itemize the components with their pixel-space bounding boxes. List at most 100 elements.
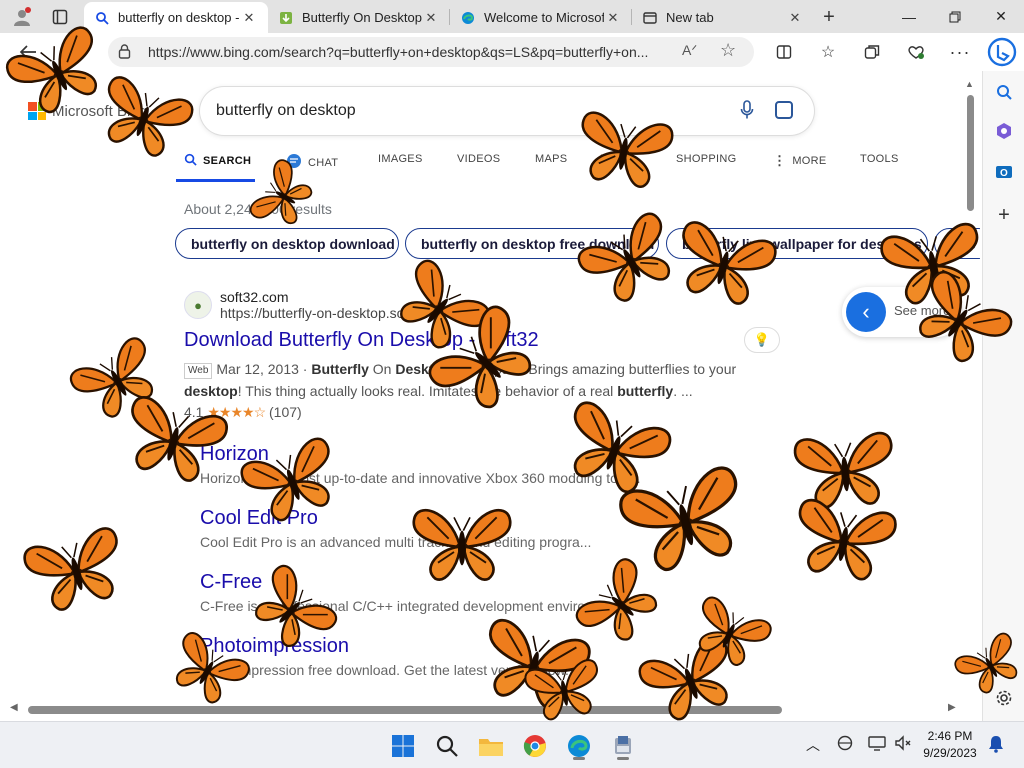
deep-link-title[interactable]: Horizon: [200, 443, 760, 466]
close-tab-icon[interactable]: ✕: [786, 10, 804, 26]
windows-taskbar: ︿ 2:46 PM 9/29/2023: [0, 721, 1024, 768]
volume-muted-icon[interactable]: [894, 735, 912, 754]
scope-label: TOOLS: [860, 153, 899, 165]
deep-link: Cool Edit Pro Cool Edit Pro is an advanc…: [200, 507, 760, 550]
scroll-right-arrow-icon[interactable]: ▶: [948, 702, 956, 713]
outlook-icon[interactable]: O: [992, 160, 1016, 184]
back-button[interactable]: [14, 39, 42, 65]
tab-new-tab[interactable]: New tab ✕: [632, 2, 814, 33]
see-more-panel-button[interactable]: ‹ See more: [842, 287, 962, 337]
microphone-icon[interactable]: [740, 100, 754, 125]
horizontal-scroll-thumb[interactable]: [28, 706, 782, 714]
profile-icon[interactable]: [10, 5, 34, 29]
display-icon[interactable]: [868, 735, 886, 754]
result-rating: 4.1 ★★★★☆ (107): [184, 404, 784, 421]
url-text[interactable]: https://www.bing.com/search?q=butterfly+…: [148, 44, 668, 60]
web-tag: Web: [184, 363, 213, 379]
close-tab-icon[interactable]: ✕: [422, 10, 440, 26]
show-hidden-icons-chevron-icon[interactable]: ︿: [806, 735, 820, 755]
add-sidebar-app-icon[interactable]: +: [992, 203, 1016, 227]
logo-text: Microsoft Bing: [52, 102, 148, 120]
tab-welcome-edge[interactable]: Welcome to Microsoft Edge ✕: [450, 2, 632, 33]
lightbulb-icon[interactable]: 💡: [744, 327, 780, 353]
deep-link-title[interactable]: C-Free: [200, 571, 760, 594]
scope-images[interactable]: IMAGES: [378, 153, 423, 165]
butterfly-app-icon[interactable]: [607, 730, 639, 762]
read-aloud-icon[interactable]: Aᐟ: [682, 42, 697, 59]
sidebar-copilot-icon[interactable]: [992, 119, 1016, 143]
chrome-icon[interactable]: [519, 730, 551, 762]
taskbar-search-icon[interactable]: [431, 730, 463, 762]
refresh-button[interactable]: [58, 39, 86, 65]
sidebar-settings-gear-icon[interactable]: [992, 686, 1016, 710]
scroll-left-arrow-icon[interactable]: ◀: [10, 702, 18, 713]
scope-label: MORE: [792, 155, 827, 167]
related-chip[interactable]: butterfly on desktop download: [175, 228, 399, 259]
system-clock[interactable]: 2:46 PM 9/29/2023: [918, 728, 982, 762]
running-indicator: [617, 757, 629, 760]
edge-icon: [460, 10, 476, 26]
notification-bell-icon[interactable]: [988, 735, 1004, 756]
clock-time: 2:46 PM: [927, 729, 973, 743]
settings-more-icon[interactable]: ···: [947, 40, 973, 64]
visual-search-icon[interactable]: [775, 101, 793, 119]
scope-label: NEWS: [600, 153, 635, 165]
tab-butterfly-on-desktop[interactable]: Butterfly On Desktop ✕: [268, 2, 450, 33]
sidebar-search-icon[interactable]: [992, 80, 1016, 104]
scope-videos[interactable]: VIDEOS: [457, 153, 500, 165]
new-tab-plus-icon[interactable]: +: [817, 5, 841, 29]
bing-logo[interactable]: Microsoft Bing: [28, 102, 147, 120]
search-icon: [94, 10, 110, 26]
split-screen-icon[interactable]: [771, 40, 797, 64]
scroll-up-arrow-icon[interactable]: ▲: [965, 79, 974, 89]
tab-bing-search[interactable]: butterfly on desktop - Search ✕: [84, 2, 268, 33]
tab-title: butterfly on desktop - Search: [118, 10, 240, 25]
close-window-button[interactable]: ✕: [978, 0, 1024, 33]
horizontal-scrollbar[interactable]: ◀ ▶: [0, 702, 964, 716]
result-source[interactable]: ● soft32.com https://butterfly-on-deskto…: [184, 285, 784, 325]
search-scopes: SEARCH CHAT IMAGES VIDEOS MAPS NEWS SHOP…: [176, 141, 936, 182]
address-bar[interactable]: https://www.bing.com/search?q=butterfly+…: [108, 37, 754, 67]
lock-icon[interactable]: [118, 44, 131, 59]
edge-taskbar-icon[interactable]: [563, 730, 595, 762]
deep-link-title[interactable]: Cool Edit Pro: [200, 507, 760, 530]
vertical-scrollbar[interactable]: ▲: [964, 79, 976, 707]
start-windows-icon[interactable]: [387, 730, 419, 762]
scope-search[interactable]: SEARCH: [184, 153, 251, 169]
snippet-text: ! This thing actually looks real. Imitat…: [237, 383, 618, 399]
restore-button[interactable]: [932, 0, 978, 33]
scope-more[interactable]: ⋮ MORE: [773, 153, 827, 169]
search-icon: [184, 153, 197, 169]
add-favorite-star-icon[interactable]: ☆: [720, 40, 736, 61]
chevron-left-icon[interactable]: ‹: [846, 292, 886, 332]
close-tab-icon[interactable]: ✕: [604, 10, 622, 26]
collections-icon[interactable]: [859, 40, 885, 64]
related-chip[interactable]: butterfly on desktop free download: [405, 228, 659, 259]
deep-link-title[interactable]: Photoimpression: [200, 635, 760, 658]
favorites-icon[interactable]: ☆: [815, 40, 841, 64]
scope-maps[interactable]: MAPS: [535, 153, 567, 165]
copilot-icon[interactable]: [986, 36, 1018, 68]
minimize-button[interactable]: —: [886, 0, 932, 33]
scope-label: SEARCH: [203, 155, 252, 167]
related-chip[interactable]: butterfly live wallpaper for desktops: [666, 228, 928, 259]
scope-tools[interactable]: TOOLS: [860, 153, 899, 165]
tab-actions-icon[interactable]: [48, 5, 72, 29]
snippet-bold: desktop: [184, 383, 238, 399]
running-indicator: [573, 757, 585, 760]
scope-chat[interactable]: CHAT: [286, 153, 338, 172]
search-query-input[interactable]: butterfly on desktop: [216, 102, 356, 120]
scope-shopping[interactable]: SHOPPING: [676, 153, 736, 165]
deep-link: Horizon Horizon is the most up-to-date a…: [200, 443, 760, 486]
vertical-scroll-thumb[interactable]: [967, 95, 974, 211]
tab-strip: butterfly on desktop - Search ✕ Butterfl…: [0, 0, 1024, 33]
search-box[interactable]: butterfly on desktop: [200, 87, 814, 135]
network-icon[interactable]: [836, 735, 854, 754]
result-snippet: Web Mar 12, 2013 · Butterfly On Desktop D…: [184, 358, 784, 402]
file-explorer-icon[interactable]: [475, 730, 507, 762]
browser-essentials-icon[interactable]: [903, 40, 929, 64]
close-tab-icon[interactable]: ✕: [240, 10, 258, 26]
site-url: https://butterfly-on-desktop.soft32.com: [220, 305, 459, 321]
scope-news[interactable]: NEWS: [600, 153, 634, 165]
result-title-link[interactable]: Download Butterfly On Desktop - Soft32: [184, 329, 784, 352]
